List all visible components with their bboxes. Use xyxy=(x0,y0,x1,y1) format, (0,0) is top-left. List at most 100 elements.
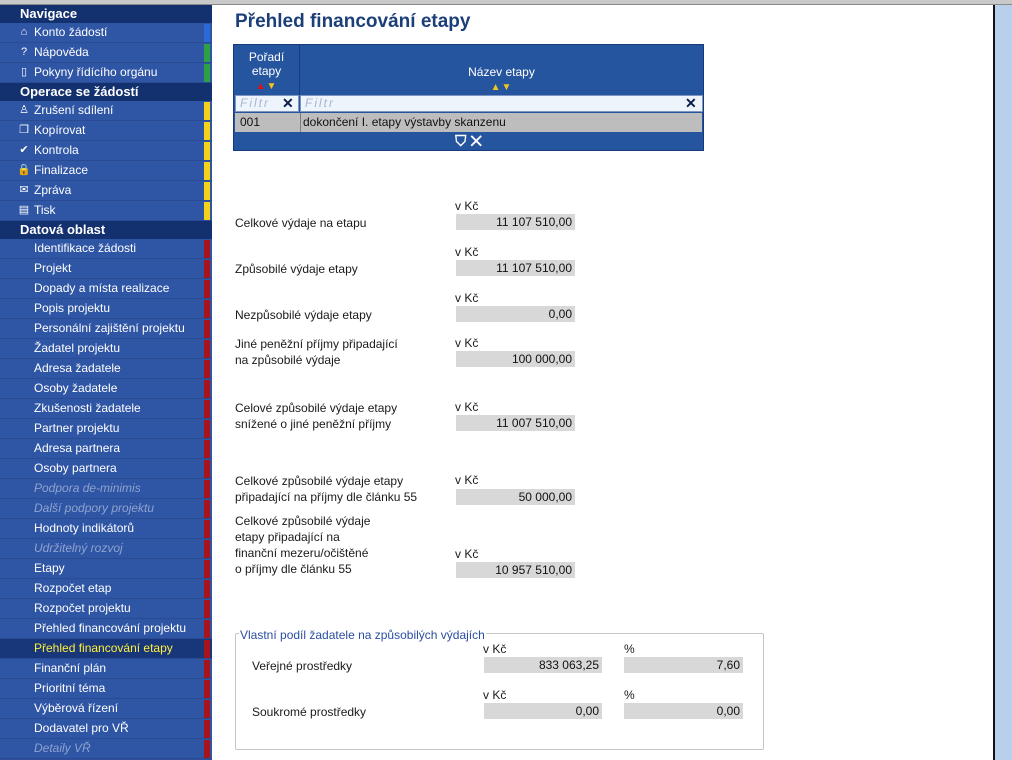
sidebar-item-label: Personální zajištění projektu xyxy=(34,321,185,335)
status-indicator xyxy=(204,460,210,478)
status-indicator xyxy=(204,102,210,120)
sidebar-item-konto-zadosti[interactable]: ⌂ Konto žádostí xyxy=(0,23,212,43)
sidebar-item-label: Detaily VŘ xyxy=(34,741,91,755)
sidebar-item-kontrola[interactable]: ✔ Kontrola xyxy=(0,141,212,161)
sidebar-item-zadatel-projektu[interactable]: Žadatel projektu xyxy=(0,339,212,359)
sidebar-item-osoby-zadatele[interactable]: Osoby žadatele xyxy=(0,379,212,399)
unit-label: v Kč xyxy=(483,688,507,702)
sidebar-item-dopady-a-mista-realizace[interactable]: Dopady a místa realizace xyxy=(0,279,212,299)
status-indicator xyxy=(204,280,210,298)
field-value: 100 000,00 xyxy=(456,351,575,367)
sidebar-item-osoby-partnera[interactable]: Osoby partnera xyxy=(0,459,212,479)
table-row[interactable]: 001 dokončení I. etapy výstavby skanzenu xyxy=(235,113,702,132)
status-indicator xyxy=(204,420,210,438)
sidebar-item-popis-projektu[interactable]: Popis projektu xyxy=(0,299,212,319)
sort-arrows-icon[interactable]: ▲▼ xyxy=(491,82,513,93)
sidebar-item-pokyny-ridiciho-organu[interactable]: ▯ Pokyny řídícího orgánu xyxy=(0,63,212,83)
status-indicator xyxy=(204,540,210,558)
field-value: 0,00 xyxy=(484,703,602,719)
field-value: 833 063,25 xyxy=(484,657,602,673)
sidebar-item-label: Konto žádostí xyxy=(34,25,108,39)
sidebar-section-datova: Datová oblast xyxy=(0,221,212,239)
sidebar-item-finalizace[interactable]: 🔒 Finalizace xyxy=(0,161,212,181)
sidebar-item-hodnoty-indikatoru[interactable]: Hodnoty indikátorů xyxy=(0,519,212,539)
sort-arrows-icon[interactable]: ▲▼ xyxy=(256,81,278,92)
sidebar: Navigace ⌂ Konto žádostí? Nápověda ▯ Pokyny … xyxy=(0,5,212,760)
sidebar-item-kopirovat[interactable]: ❐ Kopírovat xyxy=(0,121,212,141)
sidebar-item-zkusenosti-zadatele[interactable]: Zkušenosti žadatele xyxy=(0,399,212,419)
field-label: Veřejné prostředky xyxy=(252,659,353,673)
sidebar-item-identifikace-zadosti[interactable]: Identifikace žádosti xyxy=(0,239,212,259)
cell-nazev: dokončení I. etapy výstavby skanzenu xyxy=(303,115,506,129)
sidebar-item-label: Kontrola xyxy=(34,143,79,157)
sidebar-item-label: Rozpočet projektu xyxy=(34,601,131,615)
status-indicator xyxy=(204,202,210,220)
status-indicator xyxy=(204,720,210,738)
status-indicator xyxy=(204,260,210,278)
sidebar-item-label: Výběrová řízení xyxy=(34,701,119,715)
sidebar-item-prehled-financovani-projektu[interactable]: Přehled financování projektu xyxy=(0,619,212,639)
sidebar-item-rozpocet-projektu[interactable]: Rozpočet projektu xyxy=(0,599,212,619)
field-label: Způsobilé výdaje etapy xyxy=(235,262,358,276)
clear-all-filters-icon[interactable]: ✕ xyxy=(471,133,482,150)
grid-header-poradi[interactable]: Pořadí etapy ▲▼ xyxy=(234,45,300,95)
status-indicator xyxy=(204,400,210,418)
field-label: Celkové výdaje na etapu xyxy=(235,216,367,230)
sidebar-item-personalni-zajisteni-projektu[interactable]: Personální zajištění projektu xyxy=(0,319,212,339)
sidebar-item-label: Zkušenosti žadatele xyxy=(34,401,141,415)
status-indicator xyxy=(204,182,210,200)
sidebar-item-zprava[interactable]: ✉ Zpráva xyxy=(0,181,212,201)
status-indicator xyxy=(204,740,210,758)
sidebar-item-label: Kopírovat xyxy=(34,123,86,137)
page-title: Přehled financování etapy xyxy=(235,11,471,32)
field-label: Nezpůsobilé výdaje etapy xyxy=(235,308,372,322)
sidebar-item-label: Nápověda xyxy=(34,45,89,59)
status-indicator xyxy=(204,700,210,718)
status-indicator xyxy=(204,240,210,258)
sidebar-item-adresa-partnera[interactable]: Adresa partnera xyxy=(0,439,212,459)
clear-filter-icon[interactable]: ✕ xyxy=(282,95,294,112)
copy-icon: ❐ xyxy=(19,124,29,136)
unit-label: % xyxy=(624,642,635,656)
sidebar-item-prioritni-tema[interactable]: Prioritní téma xyxy=(0,679,212,699)
unit-label: v Kč xyxy=(455,400,479,414)
filter-input-nazev[interactable]: Filtr xyxy=(300,95,703,112)
sidebar-item-vyberova-rizeni[interactable]: Výběrová řízení xyxy=(0,699,212,719)
sidebar-item-label: Přehled financování projektu xyxy=(34,621,187,635)
status-indicator xyxy=(204,560,210,578)
sidebar-item-projekt[interactable]: Projekt xyxy=(0,259,212,279)
sidebar-item-napoveda[interactable]: ? Nápověda xyxy=(0,43,212,63)
clear-filter-icon[interactable]: ✕ xyxy=(685,95,697,112)
sidebar-item-dodavatel-pro-vr[interactable]: Dodavatel pro VŘ xyxy=(0,719,212,739)
sidebar-item-tisk[interactable]: ▤ Tisk xyxy=(0,201,212,221)
print-icon: ▤ xyxy=(18,204,30,216)
sidebar-item-label: Pokyny řídícího orgánu xyxy=(34,65,158,79)
sidebar-item-label: Identifikace žádosti xyxy=(34,241,137,255)
sidebar-item-etapy[interactable]: Etapy xyxy=(0,559,212,579)
grid-header-nazev[interactable]: Název etapy ▲▼ xyxy=(300,45,703,95)
mail-icon: ✉ xyxy=(19,184,29,196)
status-indicator xyxy=(204,600,210,618)
status-indicator xyxy=(204,64,210,82)
field-value: 11 107 510,00 xyxy=(456,260,575,276)
sidebar-item-zruseni-sdileni[interactable]: ♙ Zrušení sdílení xyxy=(0,101,212,121)
sidebar-item-label: Dodavatel pro VŘ xyxy=(34,721,129,735)
sidebar-item-label: Udržitelný rozvoj xyxy=(34,541,123,555)
sidebar-item-rozpocet-etap[interactable]: Rozpočet etap xyxy=(0,579,212,599)
sidebar-item-label: Podpora de-minimis xyxy=(34,481,141,495)
sidebar-item-financni-plan[interactable]: Finanční plán xyxy=(0,659,212,679)
status-indicator xyxy=(204,660,210,678)
status-indicator xyxy=(204,440,210,458)
check-icon: ✔ xyxy=(19,144,29,156)
sidebar-item-adresa-zadatele[interactable]: Adresa žadatele xyxy=(0,359,212,379)
status-indicator xyxy=(204,44,210,62)
sidebar-item-podpora-de-minimis: Podpora de-minimis xyxy=(0,479,212,499)
status-indicator xyxy=(204,480,210,498)
sidebar-item-partner-projektu[interactable]: Partner projektu xyxy=(0,419,212,439)
field-value: 0,00 xyxy=(624,703,743,719)
field-label: Celkové způsobilé výdaje etapy připadají… xyxy=(235,474,418,504)
grid-header-poradi-label: Pořadí etapy xyxy=(248,50,285,78)
unit-label: % xyxy=(624,688,635,702)
filter-funnel-icon[interactable]: ⛉ xyxy=(455,133,466,150)
sidebar-item-prehled-financovani-etapy[interactable]: Přehled financování etapy xyxy=(0,639,212,659)
